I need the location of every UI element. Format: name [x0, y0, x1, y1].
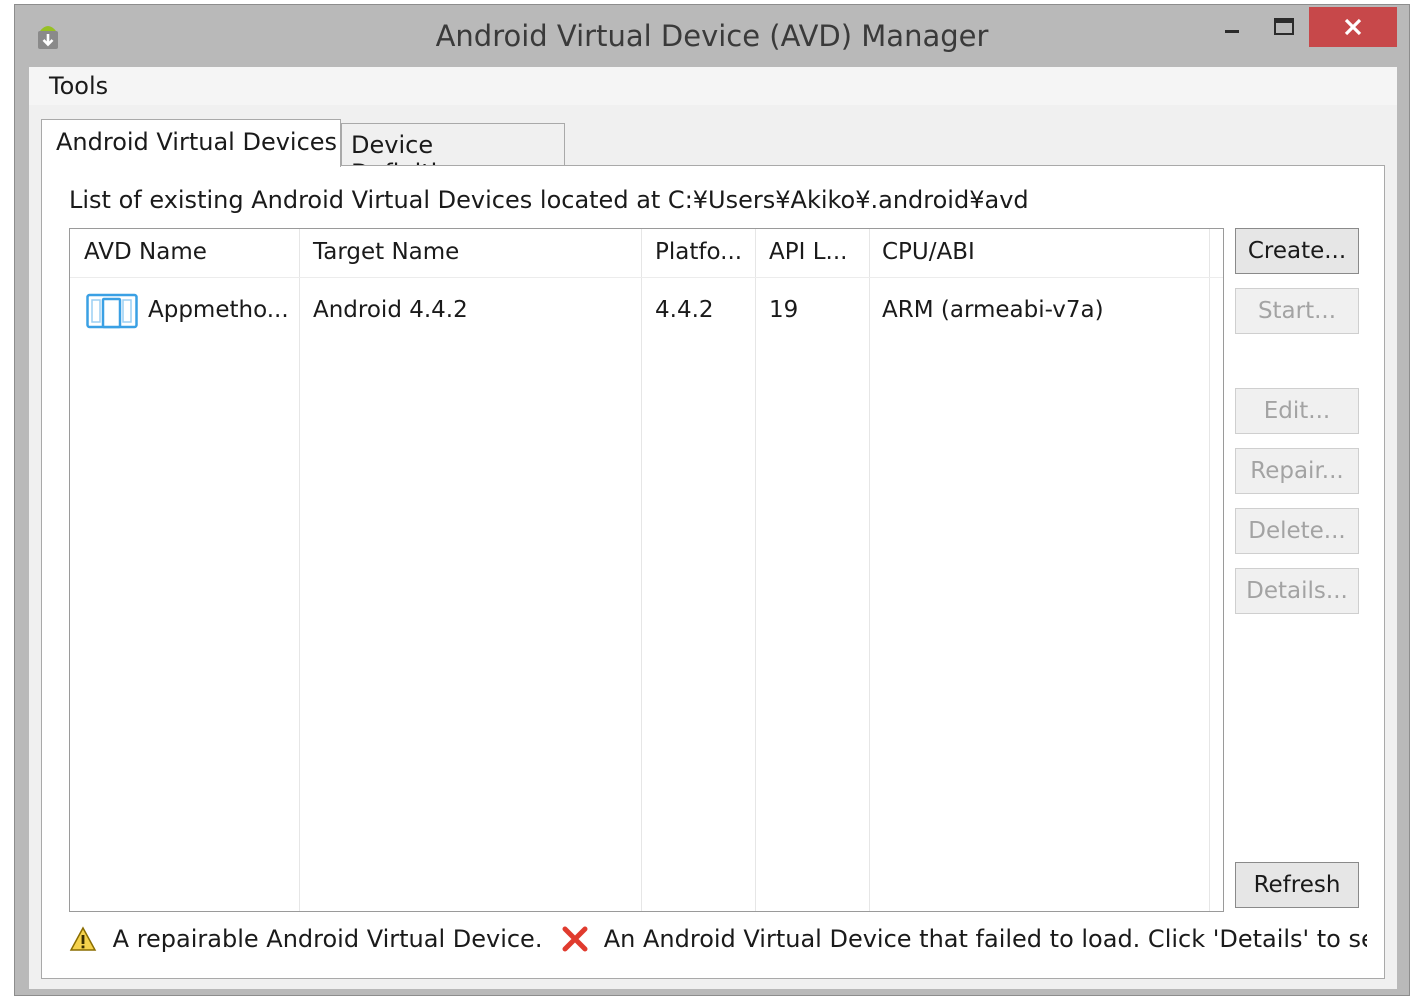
device-icon: [86, 293, 138, 329]
start-button[interactable]: Start...: [1235, 288, 1359, 334]
error-x-icon: [562, 926, 588, 952]
status-legend: A repairable Android Virtual Device. An …: [69, 924, 1367, 964]
cell-api-level[interactable]: 19: [769, 297, 798, 323]
cell-cpu-abi[interactable]: ARM (armeabi-v7a): [882, 297, 1104, 323]
window-title: Android Virtual Device (AVD) Manager: [435, 19, 989, 53]
legend-repairable-text: A repairable Android Virtual Device.: [112, 925, 543, 953]
column-divider: [1209, 229, 1210, 911]
legend-failed-text: An Android Virtual Device that failed to…: [603, 925, 1367, 953]
menu-tools[interactable]: Tools: [45, 72, 112, 100]
tab-android-virtual-devices[interactable]: Android Virtual Devices: [41, 119, 341, 167]
avd-table[interactable]: AVD Name Target Name Platfo... API L... …: [69, 228, 1224, 912]
column-header-platform[interactable]: Platfo...: [655, 239, 742, 265]
column-divider: [869, 229, 870, 911]
column-header-cpu-abi[interactable]: CPU/ABI: [882, 239, 975, 265]
column-divider: [755, 229, 756, 911]
refresh-button[interactable]: Refresh: [1235, 862, 1359, 908]
cell-platform[interactable]: 4.4.2: [655, 297, 714, 323]
details-button[interactable]: Details...: [1235, 568, 1359, 614]
delete-button[interactable]: Delete...: [1235, 508, 1359, 554]
close-icon: [1344, 18, 1362, 36]
maximize-icon: [1274, 18, 1294, 35]
warning-icon: [69, 926, 97, 951]
avd-manager-window: Android Virtual Device (AVD) Manager Too…: [14, 4, 1410, 996]
minimize-button[interactable]: [1209, 7, 1255, 47]
close-button[interactable]: [1309, 7, 1397, 47]
column-header-avd-name[interactable]: AVD Name: [84, 239, 207, 265]
column-divider: [299, 229, 300, 911]
create-button[interactable]: Create...: [1235, 228, 1359, 274]
column-divider: [641, 229, 642, 911]
cell-avd-name[interactable]: Appmetho...: [148, 297, 289, 323]
cell-target-name[interactable]: Android 4.4.2: [313, 297, 468, 323]
avd-location-description: List of existing Android Virtual Devices…: [69, 186, 1029, 214]
avd-tab-panel: List of existing Android Virtual Devices…: [41, 165, 1385, 979]
column-header-target-name[interactable]: Target Name: [313, 239, 459, 265]
client-area: Tools Android Virtual Devices Device Def…: [29, 67, 1397, 989]
repair-button[interactable]: Repair...: [1235, 448, 1359, 494]
maximize-button[interactable]: [1261, 7, 1307, 47]
menu-bar: Tools: [29, 67, 1397, 105]
header-separator: [70, 277, 1223, 278]
tab-device-definitions[interactable]: Device Definitions: [341, 123, 565, 187]
edit-button[interactable]: Edit...: [1235, 388, 1359, 434]
title-bar[interactable]: Android Virtual Device (AVD) Manager: [15, 5, 1409, 67]
column-header-api-level[interactable]: API L...: [769, 239, 847, 265]
minimize-icon: [1225, 30, 1239, 33]
